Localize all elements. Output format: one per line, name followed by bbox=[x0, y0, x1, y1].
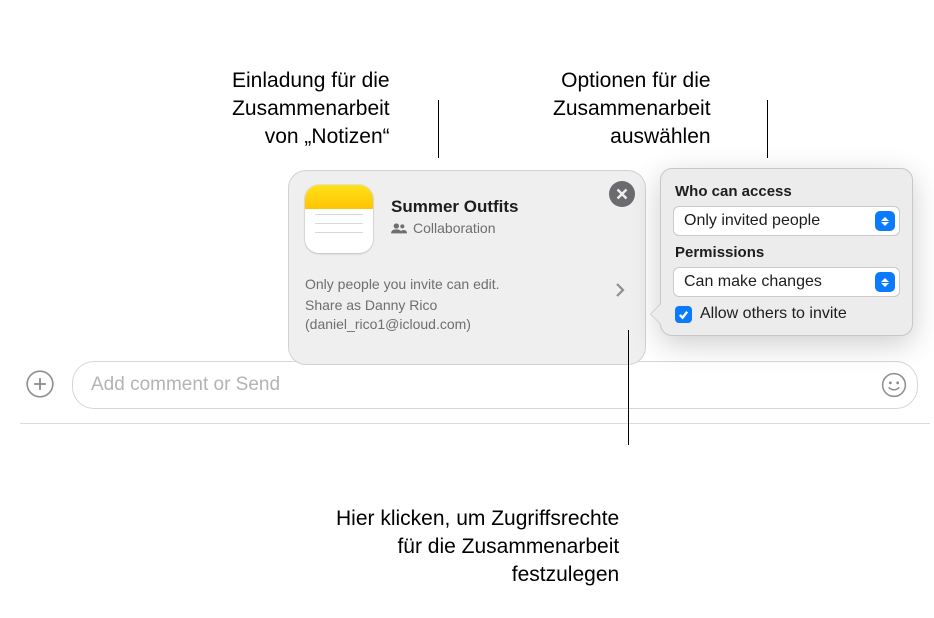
compose-input[interactable]: Add comment or Send bbox=[72, 361, 918, 409]
permissions-select[interactable]: Can make changes bbox=[673, 267, 900, 297]
allow-others-checkbox[interactable] bbox=[675, 306, 692, 323]
people-icon bbox=[391, 222, 407, 234]
invite-title: Summer Outfits bbox=[391, 197, 519, 217]
collaboration-settings-button[interactable] bbox=[611, 281, 629, 299]
select-arrows-icon bbox=[875, 211, 895, 231]
callout-invite: Einladung für dieZusammenarbeitvon „Noti… bbox=[232, 10, 390, 180]
collaboration-options-popover: Who can access Only invited people Permi… bbox=[660, 168, 913, 336]
leader-permissions bbox=[628, 330, 629, 445]
close-button[interactable] bbox=[609, 181, 635, 207]
select-arrows-icon bbox=[875, 272, 895, 292]
chevron-right-icon bbox=[615, 283, 625, 297]
close-icon bbox=[616, 188, 628, 200]
compose-placeholder: Add comment or Send bbox=[91, 374, 280, 396]
invite-detail-line1: Only people you invite can edit. bbox=[305, 275, 629, 294]
who-can-access-label: Who can access bbox=[675, 183, 898, 200]
permissions-value: Can make changes bbox=[684, 273, 822, 291]
allow-others-to-invite-row[interactable]: Allow others to invite bbox=[673, 305, 900, 323]
plus-icon bbox=[26, 370, 54, 398]
smile-icon bbox=[881, 372, 907, 398]
allow-others-label: Allow others to invite bbox=[700, 305, 847, 323]
leader-options bbox=[767, 100, 768, 167]
invite-subtitle-text: Collaboration bbox=[413, 220, 496, 236]
emoji-button[interactable] bbox=[879, 370, 909, 400]
notes-app-icon bbox=[305, 185, 373, 253]
notes-invitation-card: Summer Outfits Collaboration Only people… bbox=[288, 170, 646, 365]
invite-details: Only people you invite can edit. Share a… bbox=[305, 275, 629, 334]
callout-permissions: Hier klicken, um Zugriffsrechtefür die Z… bbox=[336, 448, 619, 618]
permissions-label: Permissions bbox=[675, 244, 898, 261]
invite-subtitle: Collaboration bbox=[391, 220, 519, 236]
who-can-access-select[interactable]: Only invited people bbox=[673, 206, 900, 236]
who-can-access-value: Only invited people bbox=[684, 212, 820, 230]
checkmark-icon bbox=[678, 309, 689, 320]
add-attachment-button[interactable] bbox=[25, 369, 55, 399]
invite-detail-line2: Share as Danny Rico bbox=[305, 296, 629, 315]
invite-detail-line3: (daniel_rico1@icloud.com) bbox=[305, 315, 629, 334]
callout-options: Optionen für dieZusammenarbeitauswählen bbox=[553, 10, 711, 180]
